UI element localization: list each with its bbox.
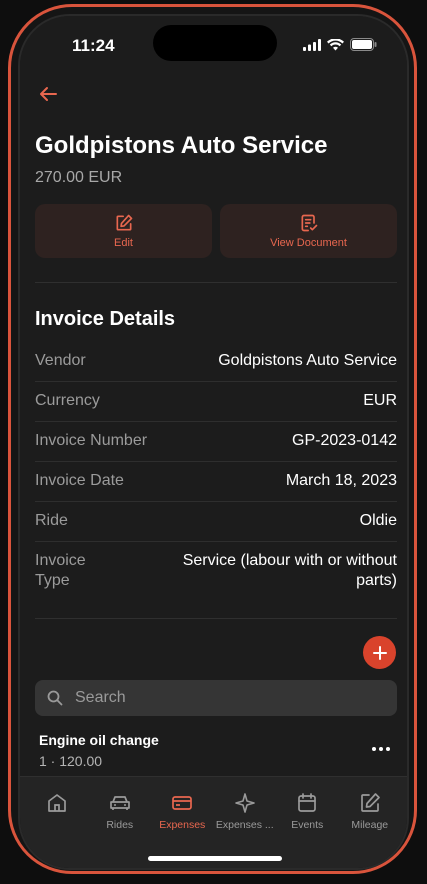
tab-mileage[interactable]: Mileage [339, 791, 402, 831]
document-check-icon [301, 214, 317, 232]
detail-value: Oldie [359, 512, 397, 529]
detail-row-currency: Currency EUR [35, 382, 397, 422]
tab-label: Events [291, 819, 324, 831]
detail-value: March 18, 2023 [285, 472, 397, 489]
page-title: Goldpistons Auto Service [35, 132, 328, 159]
detail-value: EUR [363, 392, 397, 409]
invoice-details-title: Invoice Details [35, 308, 176, 330]
edit-icon [360, 793, 380, 812]
tab-rides[interactable]: Rides [89, 791, 152, 831]
home-icon [48, 794, 67, 812]
detail-row-ride: Ride Oldie [35, 502, 397, 542]
expense-detail: 1 · 120.00 [39, 753, 103, 769]
detail-label: Currency [35, 392, 100, 409]
detail-label: Invoice Number [35, 432, 148, 449]
tab-label: Rides [106, 819, 134, 831]
back-arrow-icon[interactable] [36, 82, 60, 106]
detail-label: Invoice Date [35, 472, 124, 489]
detail-value: Service (labour with or without parts) [182, 552, 397, 589]
invoice-amount: 270.00 EUR [35, 169, 123, 186]
detail-label: Vendor [35, 352, 86, 369]
home-indicator [148, 856, 282, 861]
divider [35, 282, 397, 283]
tab-label: Expenses ... [215, 819, 274, 831]
tab-expenses[interactable]: Expenses [151, 791, 214, 831]
tab-label: Mileage [351, 819, 389, 831]
search-icon [47, 690, 63, 706]
view-document-button[interactable]: View Document [220, 204, 397, 258]
detail-value: Goldpistons Auto Service [218, 352, 397, 369]
detail-label: Invoice Type [35, 552, 86, 589]
detail-row-invoice-date: Invoice Date March 18, 2023 [35, 462, 397, 502]
wallet-icon [172, 796, 193, 810]
detail-row-invoice-type: Invoice Type Service (labour with or wit… [35, 542, 397, 601]
detail-row-invoice-number: Invoice Number GP-2023-0142 [35, 422, 397, 462]
edit-icon [116, 214, 132, 231]
edit-button[interactable]: Edit [35, 204, 212, 258]
battery-icon [350, 38, 377, 51]
car-icon [109, 796, 130, 810]
expense-name: Engine oil change [39, 732, 159, 748]
sparkle-icon [234, 793, 255, 813]
wifi-icon [327, 38, 344, 50]
tab-label: Expenses [159, 819, 206, 831]
search-bar [35, 680, 397, 716]
tab-bar: Rides Expenses Expenses ... Events Milea… [20, 776, 407, 868]
status-time: 11:24 [72, 36, 115, 55]
search-input[interactable] [73, 688, 377, 708]
calendar-icon [298, 793, 317, 812]
plus-icon [372, 645, 387, 660]
detail-label: Ride [35, 512, 68, 529]
detail-row-vendor: Vendor Goldpistons Auto Service [35, 342, 397, 382]
edit-label: Edit [114, 237, 133, 249]
dynamic-island [153, 25, 277, 61]
action-bar: Edit View Document [35, 204, 397, 258]
add-expense-button[interactable] [363, 636, 396, 669]
device-screen: 11:24 Goldpistons Auto Service 270.00 EU… [18, 14, 409, 870]
more-options-icon[interactable] [369, 742, 393, 756]
detail-value: GP-2023-0142 [292, 432, 397, 449]
signal-icon [303, 38, 321, 51]
invoice-details-list: Vendor Goldpistons Auto Service Currency… [35, 342, 397, 601]
list-item[interactable]: Engine oil change 1 · 120.00 [39, 732, 393, 769]
tab-events[interactable]: Events [276, 791, 339, 831]
status-icons [303, 38, 377, 51]
divider [35, 618, 397, 619]
tab-expenses-insights[interactable]: Expenses ... [214, 791, 277, 831]
tab-home[interactable] [26, 791, 89, 831]
view-document-label: View Document [270, 237, 347, 249]
screen: 11:24 Goldpistons Auto Service 270.00 EU… [20, 16, 407, 868]
